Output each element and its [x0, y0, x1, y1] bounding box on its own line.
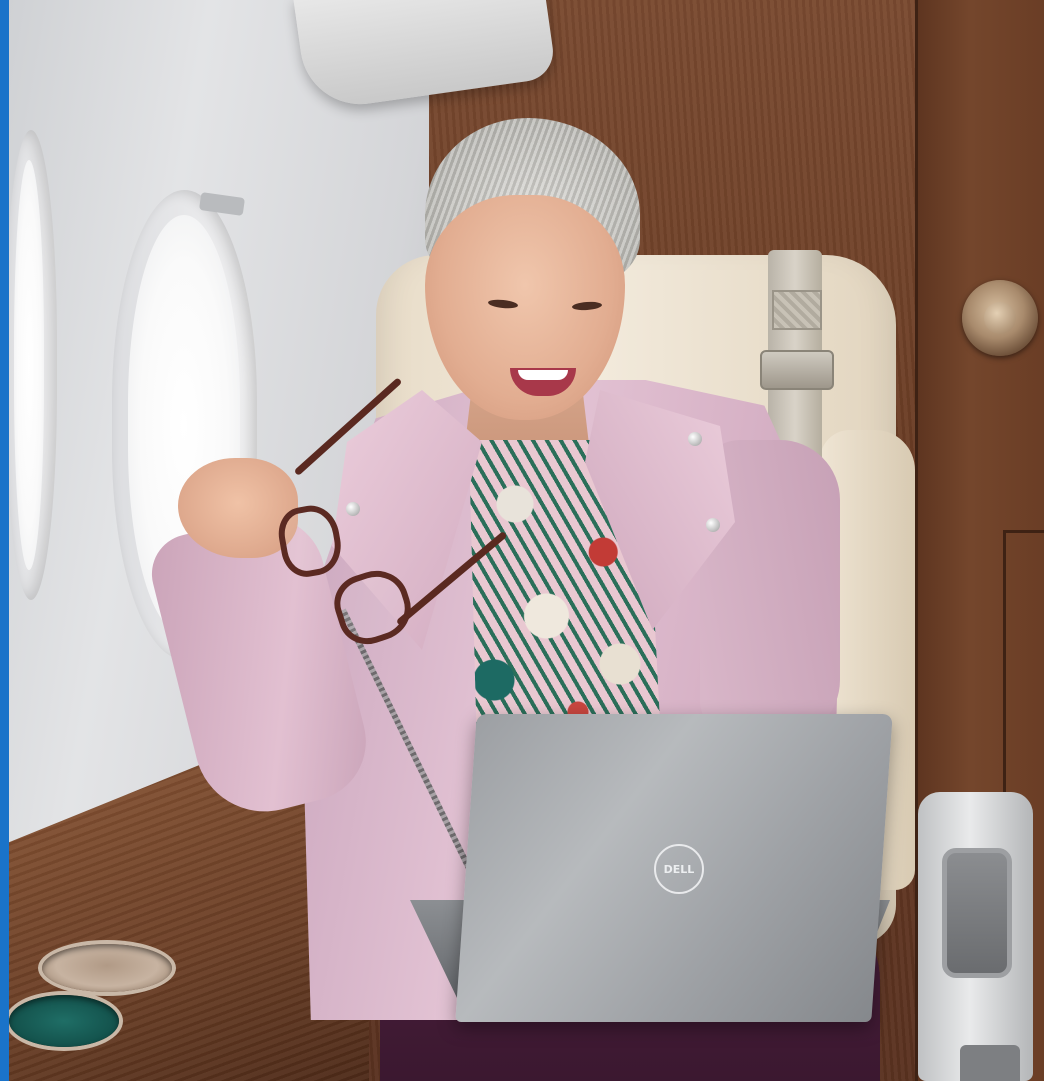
photo-scene: DELL: [0, 0, 1044, 1081]
armrest-handle: [942, 848, 1012, 978]
jacket-stud: [688, 432, 702, 446]
cupholder-with-cup: [9, 995, 119, 1047]
left-accent-strip: [0, 0, 9, 1081]
armrest-slot: [960, 1045, 1020, 1081]
jacket-stud: [706, 518, 720, 532]
dell-logo: DELL: [654, 844, 704, 894]
seat-belt-patch: [772, 290, 822, 330]
cupholder: [42, 944, 172, 992]
jacket-stud: [346, 502, 360, 516]
door-knob: [962, 280, 1038, 356]
seat-belt-buckle: [760, 350, 834, 390]
dell-logo-text: DELL: [663, 862, 695, 876]
window-glass-rear: [14, 160, 44, 570]
